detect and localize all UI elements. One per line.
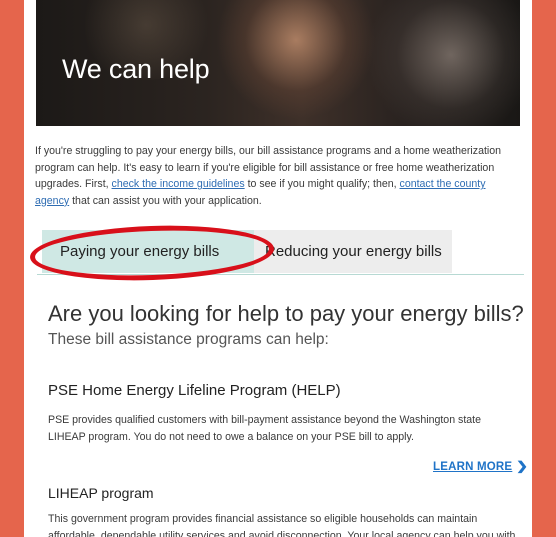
chevron-right-icon: ❯	[516, 459, 529, 473]
intro-text-3: that can assist you with your applicatio…	[69, 194, 262, 207]
content-card: We can help If you're struggling to pay …	[24, 0, 532, 537]
learn-more-link[interactable]: LEARN MORE ❯	[433, 459, 528, 473]
help-program-description: PSE provides qualified customers with bi…	[48, 414, 481, 443]
section-heading: Are you looking for help to pay your ene…	[48, 301, 524, 326]
liheap-program-description: This government program provides financi…	[48, 513, 516, 537]
hero-banner: We can help	[36, 0, 520, 126]
help-program-title: PSE Home Energy Lifeline Program (HELP)	[48, 382, 341, 399]
section-subheading: These bill assistance programs can help:	[48, 331, 329, 348]
intro-text-2: to see if you might qualify; then,	[244, 178, 400, 191]
income-guidelines-link[interactable]: check the income guidelines	[112, 178, 245, 190]
intro-paragraph: If you're struggling to pay your energy …	[35, 143, 521, 209]
liheap-program-title: LIHEAP program	[48, 485, 154, 501]
tab-reducing-energy-bills[interactable]: Reducing your energy bills	[254, 230, 452, 273]
hero-photo-adult	[366, 0, 520, 126]
hero-photo-child	[216, 0, 376, 120]
learn-more-label: LEARN MORE	[433, 461, 513, 473]
hero-title: We can help	[62, 54, 210, 84]
